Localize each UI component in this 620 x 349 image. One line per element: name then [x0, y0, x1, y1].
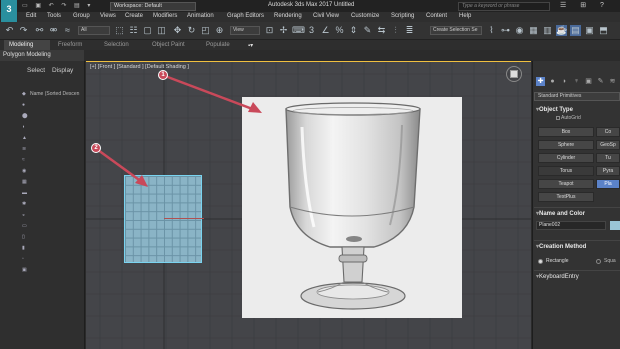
geometry-icon[interactable]: ●: [548, 77, 557, 86]
object-type-rollout[interactable]: Object Type: [536, 106, 573, 113]
square-label: Squa: [604, 258, 616, 264]
pyramid-button[interactable]: Pyra: [596, 166, 620, 176]
teapot-button[interactable]: Teapot: [538, 179, 594, 189]
textplus-button[interactable]: TextPlus: [538, 192, 594, 202]
object-color-swatch[interactable]: [610, 221, 620, 230]
helpers-icon[interactable]: ✎: [596, 77, 605, 86]
object-name-field[interactable]: Plane002: [536, 221, 606, 230]
plane-button[interactable]: Pla: [596, 179, 620, 189]
panel-divider: [534, 207, 620, 208]
create-tab-icon[interactable]: ✚: [536, 77, 545, 86]
primitive-category-dropdown[interactable]: Standard Primitives: [534, 92, 620, 101]
creation-method-rollout[interactable]: Creation Method: [536, 243, 586, 250]
lights-icon[interactable]: ♆: [572, 77, 581, 86]
rectangle-radio[interactable]: [538, 259, 543, 264]
cylinder-button[interactable]: Cylinder: [538, 153, 594, 163]
keyboard-entry-rollout[interactable]: KeyboardEntry: [536, 273, 579, 280]
autogrid-label: AutoGrid: [561, 115, 581, 121]
spacewarps-icon[interactable]: ≋: [608, 77, 617, 86]
panel-divider: [534, 270, 620, 271]
callout-badge-1: 1: [158, 70, 168, 80]
sphere-button[interactable]: Sphere: [538, 140, 594, 150]
tube-button[interactable]: Tu: [596, 153, 620, 163]
rectangle-label: Rectangle: [546, 258, 569, 264]
shapes-icon[interactable]: ◗: [560, 77, 569, 86]
box-button[interactable]: Box: [538, 127, 594, 137]
cameras-icon[interactable]: ▣: [584, 77, 593, 86]
command-panel: [532, 61, 620, 349]
annotation-arrows: [97, 74, 262, 187]
square-radio[interactable]: [596, 259, 601, 264]
name-and-color-rollout[interactable]: Name and Color: [536, 210, 585, 217]
autogrid-checkbox[interactable]: [556, 116, 560, 120]
panel-divider: [534, 240, 620, 241]
geosphere-button[interactable]: GeoSp: [596, 140, 620, 150]
cone-button[interactable]: Co: [596, 127, 620, 137]
callout-badge-2: 2: [91, 143, 101, 153]
torus-button[interactable]: Torus: [538, 166, 594, 176]
command-panel-tabs: ✚ ● ◗ ♆ ▣ ✎ ≋: [534, 77, 620, 87]
